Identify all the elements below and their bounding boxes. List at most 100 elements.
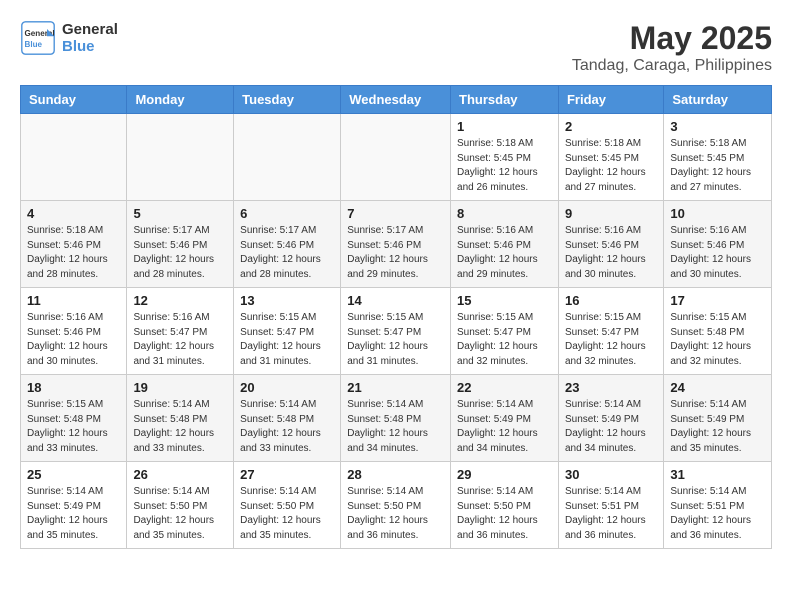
empty-day-cell	[21, 114, 127, 201]
calendar-week-row: 4 Sunrise: 5:18 AMSunset: 5:46 PMDaylight…	[21, 201, 772, 288]
weekday-header-wednesday: Wednesday	[341, 86, 451, 114]
day-info: Sunrise: 5:14 AMSunset: 5:50 PMDaylight:…	[133, 485, 227, 543]
day-number: 16	[565, 293, 657, 308]
day-info: Sunrise: 5:14 AMSunset: 5:51 PMDaylight:…	[565, 485, 657, 543]
day-info: Sunrise: 5:14 AMSunset: 5:48 PMDaylight:…	[133, 398, 227, 456]
day-info: Sunrise: 5:18 AMSunset: 5:45 PMDaylight:…	[670, 137, 765, 195]
day-cell: 27Sunrise: 5:14 AMSunset: 5:50 PMDayligh…	[234, 462, 341, 549]
day-info: Sunrise: 5:16 AMSunset: 5:46 PMDaylight:…	[27, 311, 120, 369]
calendar-table: SundayMondayTuesdayWednesdayThursdayFrid…	[20, 85, 772, 549]
day-number: 10	[670, 206, 765, 221]
day-number: 31	[670, 467, 765, 482]
day-cell: 19 Sunrise: 5:14 AMSunset: 5:48 PMDayligh…	[127, 375, 234, 462]
day-cell: 7Sunrise: 5:17 AMSunset: 5:46 PMDaylight…	[341, 201, 451, 288]
day-info: Sunrise: 5:17 AMSunset: 5:46 PMDaylight:…	[240, 224, 334, 282]
day-number: 21	[347, 380, 444, 395]
day-cell: 18 Sunrise: 5:15 AMSunset: 5:48 PMDayligh…	[21, 375, 127, 462]
day-info: Sunrise: 5:16 AMSunset: 5:46 PMDaylight:…	[565, 224, 657, 282]
day-number: 24	[670, 380, 765, 395]
day-number: 11	[27, 293, 120, 308]
day-cell: 29 Sunrise: 5:14 AMSunset: 5:50 PMDayligh…	[451, 462, 559, 549]
empty-day-cell	[341, 114, 451, 201]
day-info: Sunrise: 5:14 AMSunset: 5:50 PMDaylight:…	[240, 485, 334, 543]
day-cell: 5Sunrise: 5:17 AMSunset: 5:46 PMDaylight…	[127, 201, 234, 288]
day-cell: 9 Sunrise: 5:16 AMSunset: 5:46 PMDaylight…	[558, 201, 663, 288]
day-cell: 10 Sunrise: 5:16 AMSunset: 5:46 PMDayligh…	[664, 201, 772, 288]
day-number: 13	[240, 293, 334, 308]
day-number: 22	[457, 380, 552, 395]
day-info: Sunrise: 5:18 AMSunset: 5:45 PMDaylight:…	[565, 137, 657, 195]
day-info: Sunrise: 5:16 AMSunset: 5:46 PMDaylight:…	[670, 224, 765, 282]
day-cell: 17Sunrise: 5:15 AMSunset: 5:48 PMDayligh…	[664, 288, 772, 375]
day-info: Sunrise: 5:16 AMSunset: 5:46 PMDaylight:…	[457, 224, 552, 282]
day-cell: 2 Sunrise: 5:18 AMSunset: 5:45 PMDaylight…	[558, 114, 663, 201]
day-cell: 20 Sunrise: 5:14 AMSunset: 5:48 PMDayligh…	[234, 375, 341, 462]
day-cell: 3Sunrise: 5:18 AMSunset: 5:45 PMDaylight…	[664, 114, 772, 201]
day-info: Sunrise: 5:15 AMSunset: 5:47 PMDaylight:…	[457, 311, 552, 369]
day-info: Sunrise: 5:15 AMSunset: 5:48 PMDaylight:…	[27, 398, 120, 456]
day-cell: 4 Sunrise: 5:18 AMSunset: 5:46 PMDaylight…	[21, 201, 127, 288]
day-number: 25	[27, 467, 120, 482]
location-title: Tandag, Caraga, Philippines	[572, 57, 772, 75]
day-info: Sunrise: 5:14 AMSunset: 5:49 PMDaylight:…	[565, 398, 657, 456]
weekday-header-friday: Friday	[558, 86, 663, 114]
day-cell: 12Sunrise: 5:16 AMSunset: 5:47 PMDayligh…	[127, 288, 234, 375]
weekday-header-tuesday: Tuesday	[234, 86, 341, 114]
day-cell: 30 Sunrise: 5:14 AMSunset: 5:51 PMDayligh…	[558, 462, 663, 549]
day-info: Sunrise: 5:14 AMSunset: 5:49 PMDaylight:…	[27, 485, 120, 543]
day-number: 4	[27, 206, 120, 221]
day-number: 28	[347, 467, 444, 482]
day-number: 5	[133, 206, 227, 221]
day-cell: 28Sunrise: 5:14 AMSunset: 5:50 PMDayligh…	[341, 462, 451, 549]
day-info: Sunrise: 5:18 AMSunset: 5:46 PMDaylight:…	[27, 224, 120, 282]
weekday-header-thursday: Thursday	[451, 86, 559, 114]
day-number: 17	[670, 293, 765, 308]
day-number: 26	[133, 467, 227, 482]
day-info: Sunrise: 5:14 AMSunset: 5:49 PMDaylight:…	[670, 398, 765, 456]
day-number: 2	[565, 119, 657, 134]
page-header: General Blue GeneralBlue May 2025 Tandag…	[20, 20, 772, 75]
day-cell: 8 Sunrise: 5:16 AMSunset: 5:46 PMDaylight…	[451, 201, 559, 288]
day-number: 19	[133, 380, 227, 395]
day-number: 15	[457, 293, 552, 308]
calendar-week-row: 1 Sunrise: 5:18 AMSunset: 5:45 PMDaylight…	[21, 114, 772, 201]
calendar-title-block: May 2025 Tandag, Caraga, Philippines	[572, 20, 772, 75]
day-cell: 23Sunrise: 5:14 AMSunset: 5:49 PMDayligh…	[558, 375, 663, 462]
day-number: 9	[565, 206, 657, 221]
day-cell: 16 Sunrise: 5:15 AMSunset: 5:47 PMDayligh…	[558, 288, 663, 375]
day-cell: 15 Sunrise: 5:15 AMSunset: 5:47 PMDayligh…	[451, 288, 559, 375]
day-cell: 6 Sunrise: 5:17 AMSunset: 5:46 PMDaylight…	[234, 201, 341, 288]
day-info: Sunrise: 5:15 AMSunset: 5:47 PMDaylight:…	[347, 311, 444, 369]
day-cell: 14 Sunrise: 5:15 AMSunset: 5:47 PMDayligh…	[341, 288, 451, 375]
day-info: Sunrise: 5:15 AMSunset: 5:47 PMDaylight:…	[240, 311, 334, 369]
day-number: 6	[240, 206, 334, 221]
day-info: Sunrise: 5:14 AMSunset: 5:51 PMDaylight:…	[670, 485, 765, 543]
day-info: Sunrise: 5:14 AMSunset: 5:48 PMDaylight:…	[347, 398, 444, 456]
day-cell: 31 Sunrise: 5:14 AMSunset: 5:51 PMDayligh…	[664, 462, 772, 549]
day-number: 29	[457, 467, 552, 482]
empty-day-cell	[127, 114, 234, 201]
day-info: Sunrise: 5:15 AMSunset: 5:47 PMDaylight:…	[565, 311, 657, 369]
day-number: 14	[347, 293, 444, 308]
weekday-header-monday: Monday	[127, 86, 234, 114]
day-cell: 24 Sunrise: 5:14 AMSunset: 5:49 PMDayligh…	[664, 375, 772, 462]
logo-icon: General Blue	[20, 20, 56, 56]
day-info: Sunrise: 5:17 AMSunset: 5:46 PMDaylight:…	[347, 224, 444, 282]
day-cell: 21 Sunrise: 5:14 AMSunset: 5:48 PMDayligh…	[341, 375, 451, 462]
day-number: 8	[457, 206, 552, 221]
day-info: Sunrise: 5:14 AMSunset: 5:48 PMDaylight:…	[240, 398, 334, 456]
day-cell: 1Sunrise: 5:18 AMSunset: 5:45 PMDaylight…	[451, 114, 559, 201]
day-cell: 26 Sunrise: 5:14 AMSunset: 5:50 PMDayligh…	[127, 462, 234, 549]
weekday-header-saturday: Saturday	[664, 86, 772, 114]
day-number: 30	[565, 467, 657, 482]
day-info: Sunrise: 5:14 AMSunset: 5:50 PMDaylight:…	[457, 485, 552, 543]
day-number: 1	[457, 119, 552, 134]
calendar-week-row: 18 Sunrise: 5:15 AMSunset: 5:48 PMDayligh…	[21, 375, 772, 462]
day-number: 18	[27, 380, 120, 395]
month-title: May 2025	[572, 20, 772, 57]
calendar-week-row: 25 Sunrise: 5:14 AMSunset: 5:49 PMDayligh…	[21, 462, 772, 549]
day-cell: 11 Sunrise: 5:16 AMSunset: 5:46 PMDayligh…	[21, 288, 127, 375]
day-cell: 25 Sunrise: 5:14 AMSunset: 5:49 PMDayligh…	[21, 462, 127, 549]
day-number: 20	[240, 380, 334, 395]
logo: General Blue GeneralBlue	[20, 20, 118, 56]
